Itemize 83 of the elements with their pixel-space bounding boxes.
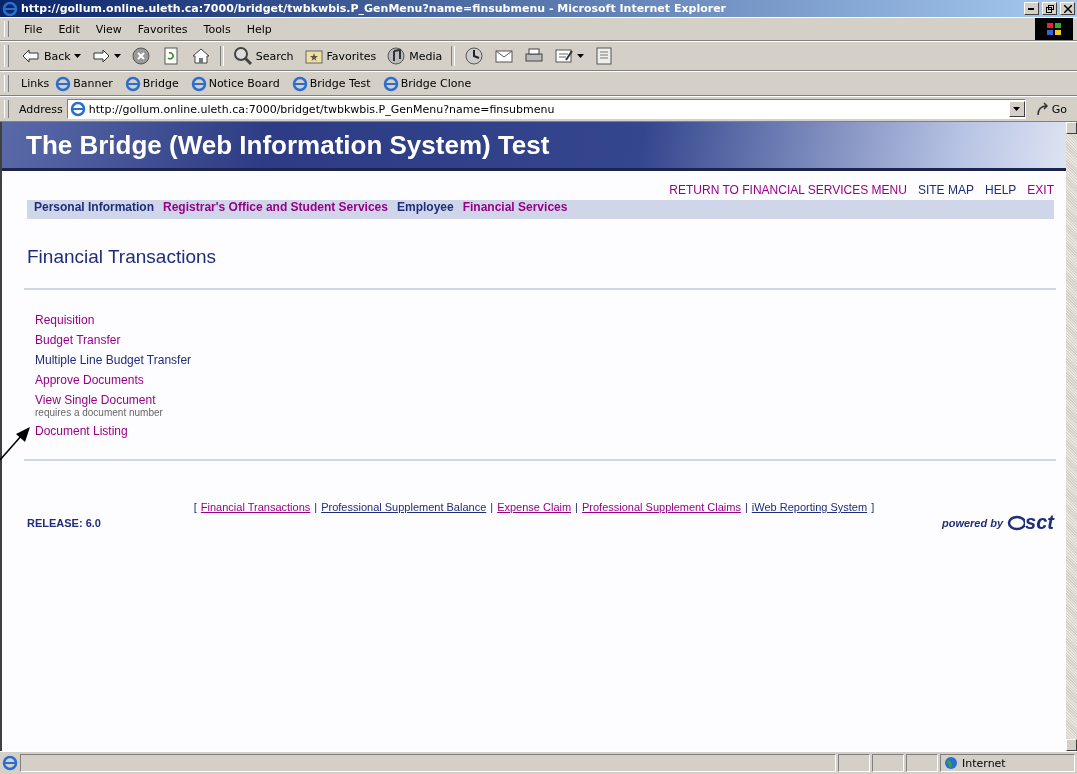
nav-tab[interactable]: Personal Information bbox=[34, 200, 155, 214]
window-title: http://gollum.online.uleth.ca:7000/bridget/twbkwbis.P_GenMenu?name=finsubmenu - Microsoft Internet Explorer bbox=[21, 2, 728, 15]
separator: | bbox=[744, 501, 748, 513]
menu-item[interactable]: File bbox=[17, 22, 50, 36]
nav-tab[interactable]: Financial Services bbox=[462, 200, 568, 214]
zone-indicator: Internet bbox=[940, 754, 1075, 772]
menu-link[interactable]: Document Listing bbox=[35, 421, 128, 441]
menu-item[interactable]: View bbox=[88, 22, 129, 36]
page-banner: The Bridge (Web Information System) Test bbox=[2, 122, 1066, 171]
status-pane bbox=[872, 754, 904, 772]
link-button[interactable]: Banner bbox=[55, 75, 113, 92]
ie-icon bbox=[55, 75, 72, 92]
footer-link[interactable]: Expense Claim bbox=[497, 501, 572, 513]
powered-by-label: powered by bbox=[941, 516, 1004, 529]
caret-icon[interactable] bbox=[577, 54, 585, 58]
bracket: ] bbox=[871, 501, 875, 513]
edit-icon bbox=[554, 46, 575, 66]
footer-link[interactable]: iWeb Reporting System bbox=[751, 501, 868, 513]
clock-icon bbox=[464, 46, 485, 66]
search-icon bbox=[232, 46, 253, 66]
header-link[interactable]: RETURN TO FINANCIAL SERVICES MENU bbox=[669, 183, 907, 197]
scrollbar[interactable] bbox=[1066, 122, 1077, 751]
footer-link[interactable]: Professional Supplement Balance bbox=[321, 501, 487, 513]
menu-item[interactable]: Edit bbox=[51, 22, 87, 36]
minimize-button[interactable] bbox=[1024, 2, 1039, 15]
restore-button[interactable] bbox=[1042, 2, 1057, 15]
hint-text: requires a document number bbox=[35, 407, 164, 419]
header-link[interactable]: HELP bbox=[984, 183, 1017, 197]
separator: | bbox=[314, 501, 318, 513]
links-label: Links bbox=[21, 77, 50, 90]
restore-icon bbox=[1045, 4, 1054, 13]
footer-link[interactable]: Financial Transactions bbox=[200, 501, 311, 513]
header-link[interactable]: EXIT bbox=[1027, 183, 1054, 197]
menu-link[interactable]: Approve Documents bbox=[35, 370, 144, 390]
caret-icon[interactable] bbox=[1013, 107, 1021, 111]
ie-icon bbox=[2, 755, 18, 771]
page-heading: Financial Transactions bbox=[27, 246, 218, 268]
ie-icon bbox=[124, 75, 141, 92]
sct-logo: sct bbox=[1007, 511, 1054, 534]
menu-link[interactable]: Multiple Line Budget Transfer bbox=[35, 350, 192, 370]
address-field[interactable]: http://gollum.online.uleth.ca:7000/bridget/twbkwbis.P_GenMenu?name=finsubmenu bbox=[66, 99, 1026, 119]
footer-link[interactable]: Professional Supplement Claims bbox=[581, 501, 741, 513]
separator: | bbox=[575, 501, 578, 513]
menu-link[interactable]: Budget Transfer bbox=[35, 330, 121, 350]
link-button[interactable]: Bridge bbox=[124, 75, 179, 92]
menu-item[interactable]: Tools bbox=[196, 22, 238, 36]
close-icon bbox=[1063, 4, 1072, 13]
separator: | bbox=[490, 501, 494, 513]
caret-icon[interactable] bbox=[73, 54, 81, 58]
nav-tab[interactable]: Registrar's Office and Student Services bbox=[163, 200, 388, 214]
address-label: Address bbox=[19, 102, 63, 116]
header-link[interactable]: SITE MAP bbox=[917, 183, 974, 197]
link-button[interactable]: Bridge Clone bbox=[382, 75, 472, 92]
home-icon bbox=[190, 46, 211, 66]
menu-link[interactable]: Requisition bbox=[35, 310, 95, 330]
dropdown-button[interactable] bbox=[1008, 101, 1025, 117]
favorites-button[interactable]: Favorites bbox=[299, 46, 381, 66]
windows-logo-icon bbox=[1035, 18, 1073, 40]
ie-icon bbox=[382, 75, 399, 92]
menu-item[interactable]: Help bbox=[239, 22, 279, 36]
status-pane bbox=[838, 754, 870, 772]
stop-icon bbox=[130, 46, 151, 66]
link-button[interactable]: Bridge Test bbox=[291, 75, 371, 92]
go-button[interactable]: Go bbox=[1029, 102, 1073, 116]
go-arrow-icon bbox=[1035, 102, 1050, 116]
nav-tab[interactable]: Employee bbox=[396, 200, 454, 214]
minimize-icon bbox=[1028, 7, 1035, 10]
caret-icon[interactable] bbox=[113, 54, 121, 58]
back-button[interactable]: Back bbox=[17, 46, 85, 66]
status-pane bbox=[906, 754, 938, 772]
page-icon bbox=[69, 101, 86, 117]
bracket: [ bbox=[193, 501, 197, 513]
ie-icon bbox=[2, 0, 18, 17]
release-label: RELEASE: 6.0 bbox=[27, 516, 101, 529]
document-icon bbox=[594, 46, 615, 66]
menu-item[interactable]: Favorites bbox=[130, 22, 195, 36]
ie-icon bbox=[190, 75, 207, 92]
media-button[interactable]: Media bbox=[382, 46, 447, 66]
close-button[interactable] bbox=[1060, 2, 1075, 15]
pointer-arrow bbox=[0, 425, 32, 461]
link-button[interactable]: Notice Board bbox=[190, 75, 280, 92]
search-button[interactable]: Search bbox=[228, 46, 298, 66]
ie-icon bbox=[291, 75, 308, 92]
